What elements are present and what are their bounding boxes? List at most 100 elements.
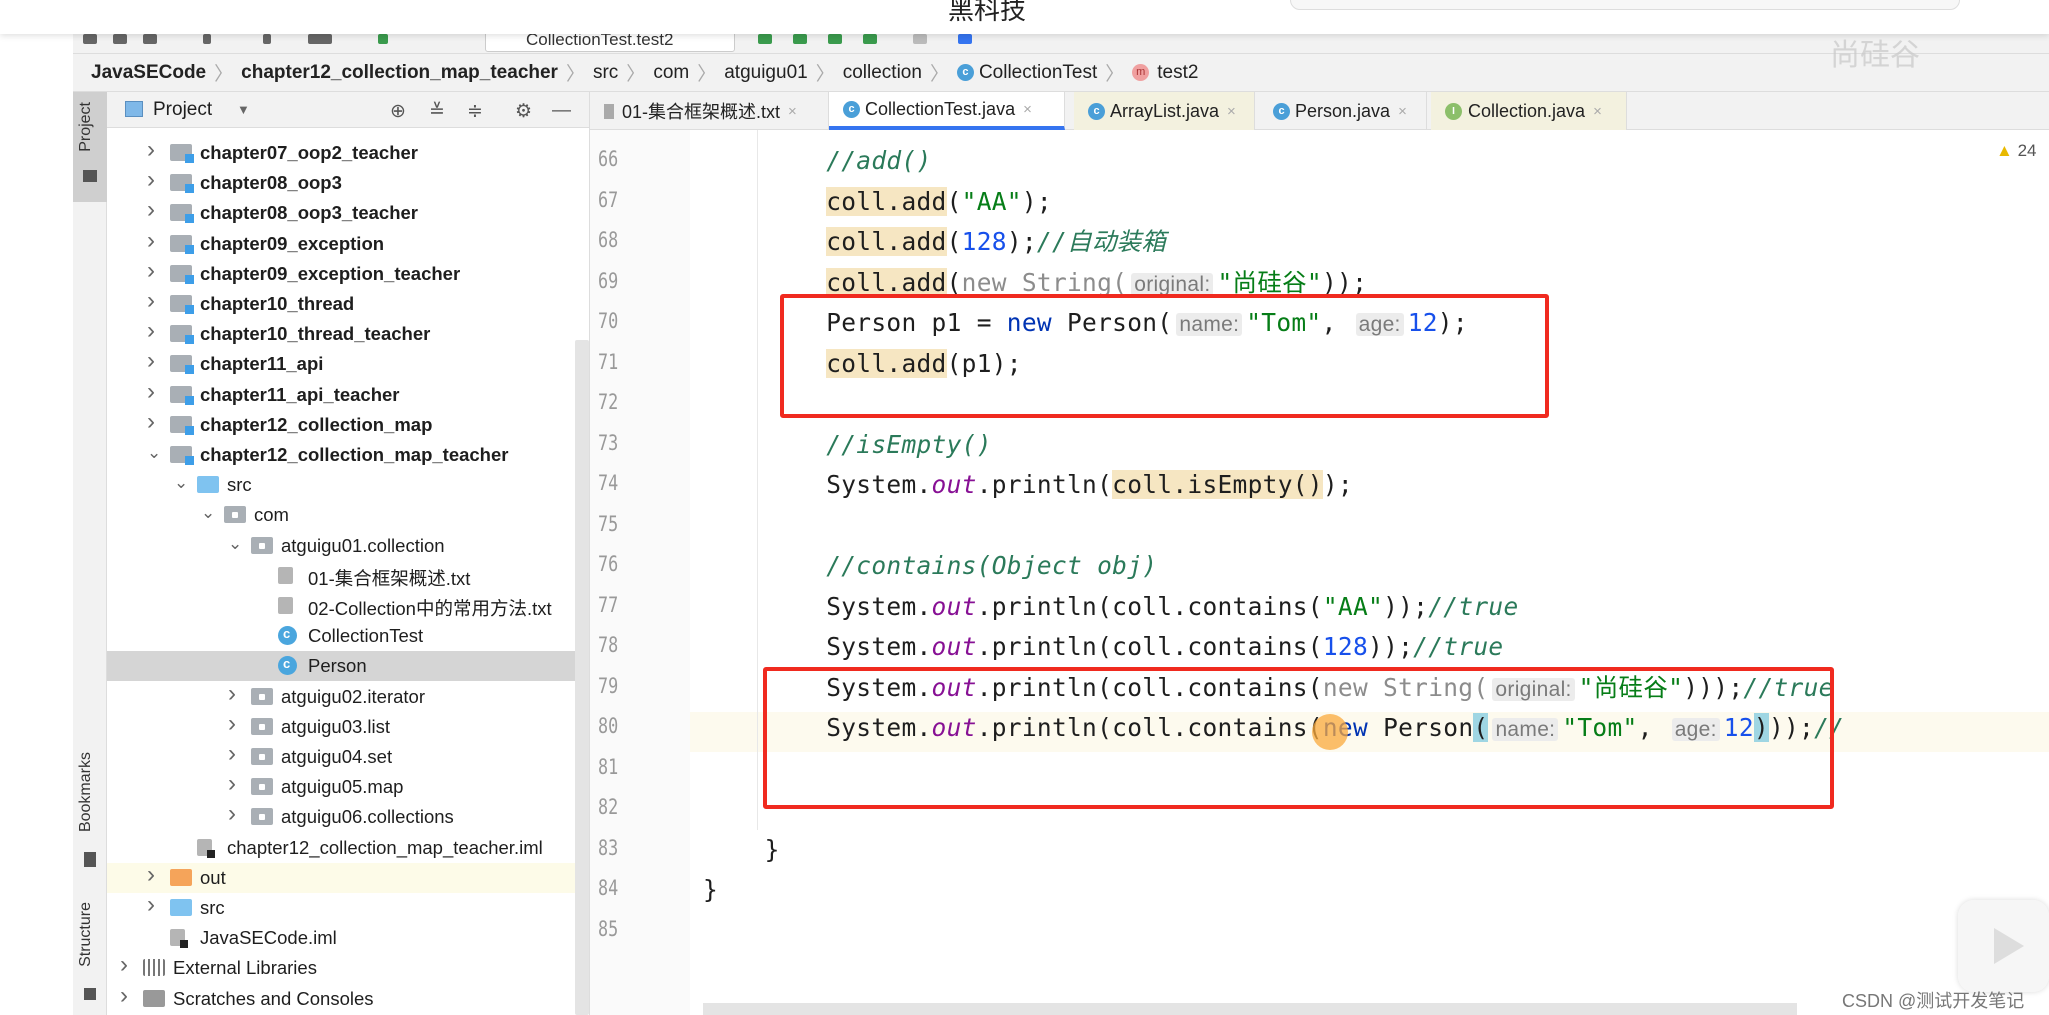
code-line[interactable]: //add() bbox=[826, 141, 931, 181]
chevron-right-icon[interactable]: › bbox=[147, 317, 155, 345]
forward-icon[interactable] bbox=[263, 34, 271, 44]
project-tool-label[interactable]: Project bbox=[77, 102, 95, 152]
search-box[interactable] bbox=[1290, 0, 1960, 10]
tree-item[interactable]: › chapter12_collection_map bbox=[107, 408, 577, 440]
tree-item[interactable]: › chapter10_thread bbox=[107, 287, 577, 319]
tree-item[interactable]: › chapter07_oop2_teacher bbox=[107, 136, 577, 168]
code-line[interactable]: } bbox=[703, 870, 718, 910]
code-line[interactable]: System.out.println(coll.contains("AA"));… bbox=[826, 587, 1518, 627]
tree-item[interactable]: 02-Collection中的常用方法.txt bbox=[107, 591, 577, 621]
close-icon[interactable]: × bbox=[1398, 103, 1407, 120]
tree-item[interactable]: › atguigu04.set bbox=[107, 740, 577, 772]
profile-icon[interactable] bbox=[863, 34, 877, 44]
tab-01-txt[interactable]: 01-集合框架概述.txt × bbox=[590, 92, 829, 130]
code-line[interactable]: coll.add("AA"); bbox=[826, 182, 1052, 222]
chevron-right-icon[interactable]: › bbox=[120, 951, 128, 979]
debug-icon[interactable] bbox=[793, 34, 807, 44]
tree-item[interactable]: JavaSECode.iml bbox=[107, 923, 577, 953]
tree-item[interactable]: › chapter08_oop3 bbox=[107, 166, 577, 198]
breadcrumb-item[interactable]: src bbox=[593, 62, 618, 84]
code-line[interactable]: //contains(Object obj) bbox=[826, 546, 1157, 586]
tree-item[interactable]: ⌄ atguigu01.collection bbox=[107, 531, 577, 561]
chevron-right-icon[interactable]: › bbox=[147, 378, 155, 406]
tree-item[interactable]: › Scratches and Consoles bbox=[107, 982, 577, 1014]
chevron-right-icon[interactable]: › bbox=[120, 982, 128, 1010]
chevron-right-icon[interactable]: › bbox=[147, 227, 155, 255]
chevron-right-icon[interactable]: › bbox=[147, 861, 155, 889]
bookmarks-tool-label[interactable]: Bookmarks bbox=[77, 752, 95, 832]
tree-item[interactable]: ⌄ src bbox=[107, 470, 577, 500]
translate-icon[interactable] bbox=[958, 34, 972, 44]
collapse-all-icon[interactable]: ≑ bbox=[467, 100, 483, 123]
structure-tool-label[interactable]: Structure bbox=[77, 902, 95, 967]
breadcrumb-item[interactable]: collection bbox=[843, 62, 922, 84]
close-icon[interactable]: × bbox=[1227, 103, 1236, 120]
chevron-right-icon[interactable]: › bbox=[147, 287, 155, 315]
open-icon[interactable] bbox=[83, 34, 97, 44]
chevron-right-icon[interactable]: › bbox=[228, 740, 236, 768]
tree-item[interactable]: › src bbox=[107, 891, 577, 923]
chevron-down-icon[interactable]: ▼ bbox=[237, 102, 250, 117]
refresh-icon[interactable] bbox=[143, 34, 157, 44]
back-icon[interactable] bbox=[203, 34, 211, 44]
tab-collectiontest-java[interactable]: c CollectionTest.java × bbox=[829, 92, 1065, 130]
close-icon[interactable]: × bbox=[788, 103, 797, 120]
chevron-right-icon[interactable]: › bbox=[228, 800, 236, 828]
code-line[interactable]: coll.add(128);//自动装箱 bbox=[826, 222, 1166, 262]
minimize-icon[interactable]: — bbox=[552, 100, 571, 122]
chevron-down-icon[interactable]: ⌄ bbox=[201, 503, 215, 523]
chevron-right-icon[interactable]: › bbox=[228, 770, 236, 798]
close-icon[interactable]: × bbox=[1023, 101, 1032, 118]
breadcrumb-item[interactable]: chapter12_collection_map_teacher bbox=[241, 62, 558, 84]
close-icon[interactable]: × bbox=[1593, 103, 1602, 120]
expand-all-icon[interactable]: ≚ bbox=[429, 100, 445, 123]
chevron-down-icon[interactable]: ⌄ bbox=[228, 534, 242, 554]
tree-item[interactable]: ⌄ com bbox=[107, 500, 577, 530]
gear-icon[interactable]: ⚙ bbox=[515, 100, 532, 123]
chevron-right-icon[interactable]: › bbox=[228, 710, 236, 738]
locate-icon[interactable]: ⊕ bbox=[390, 100, 406, 123]
inspection-warnings[interactable]: ▲ 24 bbox=[1996, 141, 2036, 161]
breadcrumb-item[interactable]: CollectionTest bbox=[979, 62, 1097, 84]
chevron-right-icon[interactable]: › bbox=[147, 196, 155, 224]
tab-collection-java[interactable]: I Collection.java × bbox=[1431, 92, 1627, 130]
build-icon[interactable] bbox=[378, 34, 388, 44]
tree-item[interactable]: Person bbox=[107, 651, 577, 682]
project-view-select[interactable]: Project bbox=[153, 99, 212, 121]
run-config-select[interactable]: CollectionTest.test2 bbox=[485, 34, 735, 52]
chevron-right-icon[interactable]: › bbox=[147, 347, 155, 375]
coverage-icon[interactable] bbox=[828, 34, 842, 44]
tree-item[interactable]: chapter12_collection_map_teacher.iml bbox=[107, 833, 577, 863]
tree-item[interactable]: › out bbox=[107, 861, 577, 893]
breadcrumb-item[interactable]: test2 bbox=[1157, 62, 1198, 84]
chevron-right-icon[interactable]: › bbox=[147, 136, 155, 164]
chevron-right-icon[interactable]: › bbox=[147, 408, 155, 436]
run-icon[interactable] bbox=[758, 34, 772, 44]
project-scrollbar[interactable] bbox=[575, 340, 589, 1015]
tree-item[interactable]: CollectionTest bbox=[107, 621, 577, 651]
tree-item[interactable]: › External Libraries bbox=[107, 951, 577, 983]
tree-item[interactable]: › chapter08_oop3_teacher bbox=[107, 196, 577, 228]
editor-horizontal-scrollbar[interactable] bbox=[703, 1003, 1797, 1015]
code-line[interactable]: //isEmpty() bbox=[826, 425, 992, 465]
tree-item[interactable]: › chapter11_api_teacher bbox=[107, 378, 577, 410]
tree-item[interactable]: › atguigu03.list bbox=[107, 710, 577, 742]
save-icon[interactable] bbox=[113, 34, 127, 44]
tree-item[interactable]: › chapter09_exception bbox=[107, 227, 577, 259]
chevron-down-icon[interactable]: ⌄ bbox=[147, 443, 161, 463]
tree-item[interactable]: 01-集合框架概述.txt bbox=[107, 561, 577, 591]
breadcrumb-item[interactable]: JavaSECode bbox=[91, 62, 206, 84]
code-line[interactable]: System.out.println(coll.isEmpty()); bbox=[826, 465, 1353, 505]
breadcrumb-item[interactable]: com bbox=[653, 62, 689, 84]
tree-item[interactable]: ⌄ chapter12_collection_map_teacher bbox=[107, 440, 577, 470]
tree-item[interactable]: › chapter09_exception_teacher bbox=[107, 257, 577, 289]
chevron-down-icon[interactable]: ⌄ bbox=[174, 473, 188, 493]
tab-person-java[interactable]: c Person.java × bbox=[1259, 92, 1427, 130]
stop-icon[interactable] bbox=[913, 34, 927, 44]
chevron-right-icon[interactable]: › bbox=[147, 891, 155, 919]
tree-item[interactable]: › atguigu06.collections bbox=[107, 800, 577, 832]
video-play-icon[interactable] bbox=[1958, 900, 2049, 992]
code-line[interactable]: } bbox=[765, 830, 780, 870]
chevron-right-icon[interactable]: › bbox=[228, 680, 236, 708]
tree-item[interactable]: › chapter11_api bbox=[107, 347, 577, 379]
